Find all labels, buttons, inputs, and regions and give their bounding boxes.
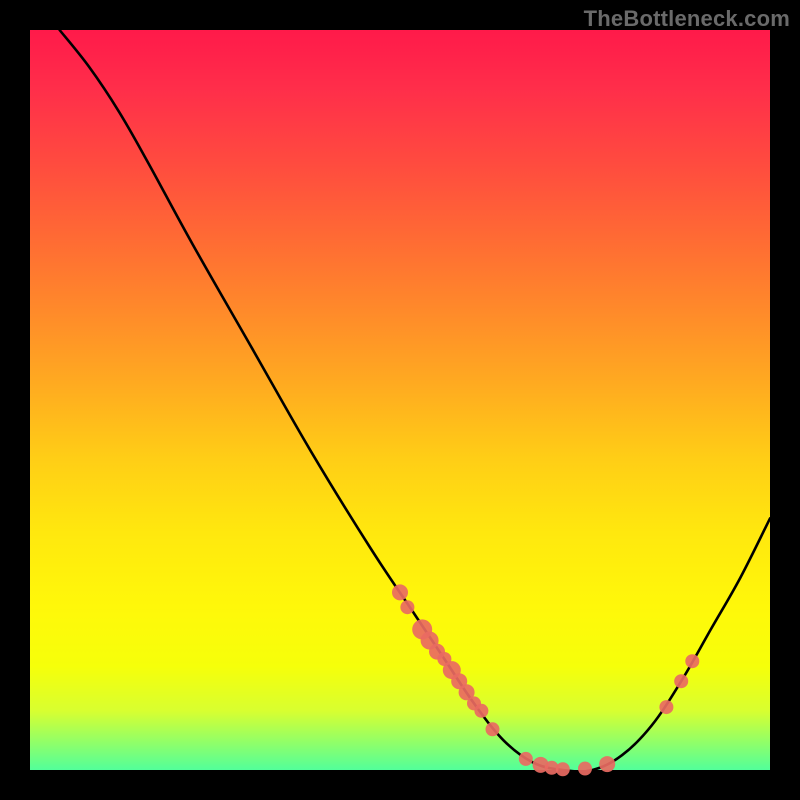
- data-marker: [685, 654, 699, 668]
- data-marker: [519, 752, 533, 766]
- data-marker: [486, 722, 500, 736]
- data-marker: [556, 762, 570, 776]
- data-marker: [659, 700, 673, 714]
- plot-area: [30, 30, 770, 770]
- data-marker: [674, 674, 688, 688]
- data-marker: [474, 704, 488, 718]
- marker-group: [392, 584, 699, 776]
- data-marker: [578, 762, 592, 776]
- watermark-text: TheBottleneck.com: [584, 6, 790, 32]
- curve-path: [60, 30, 770, 772]
- data-marker: [392, 584, 408, 600]
- chart-svg: [30, 30, 770, 770]
- chart-container: TheBottleneck.com: [0, 0, 800, 800]
- data-marker: [599, 756, 615, 772]
- data-marker: [400, 600, 414, 614]
